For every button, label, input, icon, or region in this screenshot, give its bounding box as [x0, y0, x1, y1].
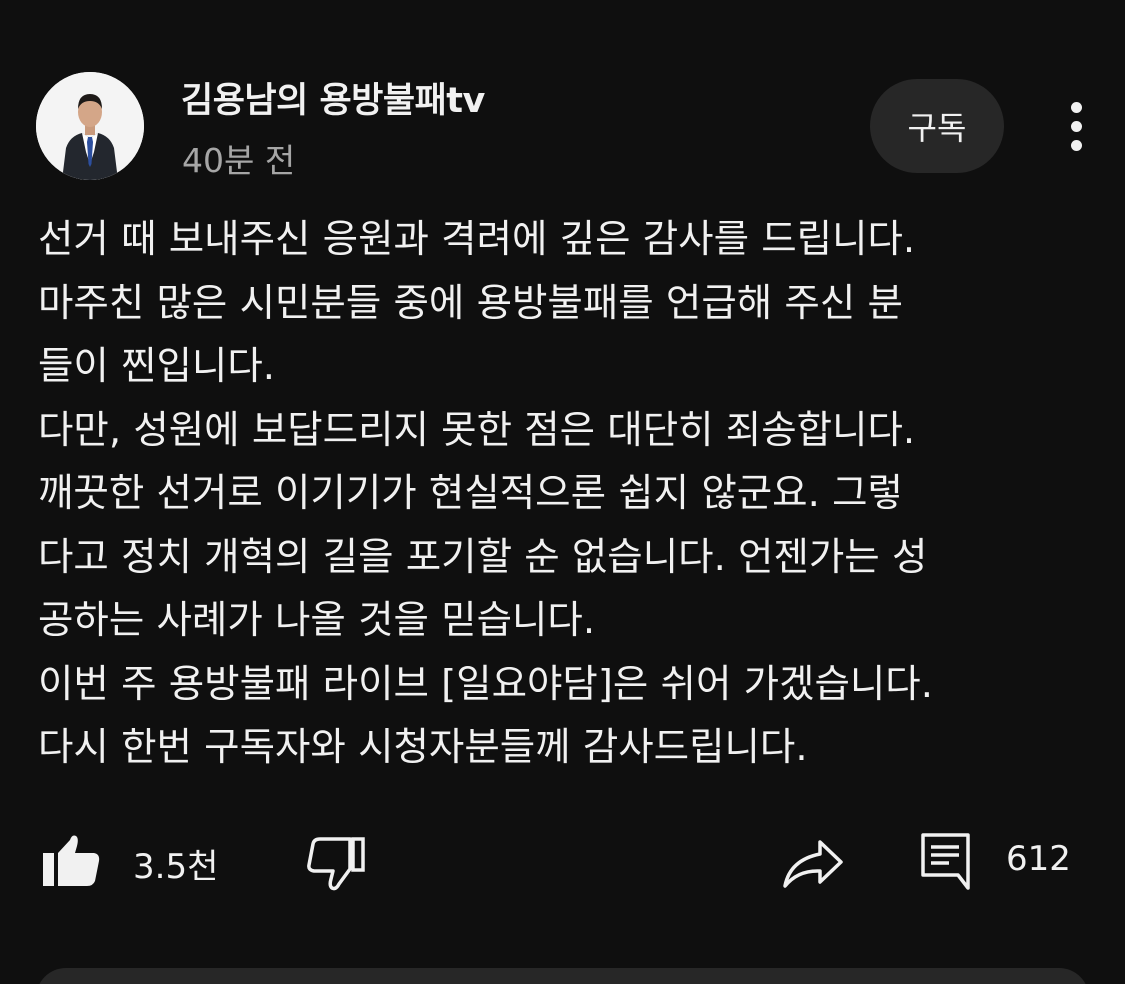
post-line: 이번 주 용방불패 라이브 [일요야담]은 쉬어 가겠습니다. — [38, 661, 933, 707]
post-line: 들이 찐입니다. — [38, 344, 275, 389]
post-header: 김용남의 용방불패tv 40분 전 구독 — [0, 0, 1125, 190]
post-timestamp: 40분 전 — [182, 141, 296, 180]
post-line: 다만, 성원에 보답드리지 못한 점은 대단히 죄송합니다. — [38, 407, 916, 453]
subscribe-label: 구독 — [907, 109, 967, 147]
share-arrow-icon — [783, 840, 843, 888]
next-content-card — [36, 968, 1089, 984]
channel-name[interactable]: 김용남의 용방불패tv — [181, 72, 485, 123]
thumbs-down-icon — [307, 837, 365, 891]
subscribe-button[interactable]: 구독 — [870, 79, 1004, 173]
comment-button[interactable] — [920, 832, 972, 890]
thumbs-up-filled-icon — [43, 835, 100, 886]
share-button[interactable] — [782, 838, 844, 890]
post-text: 선거 때 보내주신 응원과 격려에 깊은 감사를 드립니다. 마주친 많은 시민… — [38, 208, 1098, 780]
like-count: 3.5천 — [133, 847, 219, 887]
post-line: 다시 한번 구독자와 시청자분들께 감사드립니다. — [38, 725, 808, 770]
post-action-bar: 3.5천 612 — [0, 820, 1125, 910]
post-line: 공하는 사례가 나올 것을 믿습니다. — [38, 598, 596, 643]
post-line: 깨끗한 선거로 이기기가 현실적으론 쉽지 않군요. 그렇 — [38, 471, 903, 516]
comment-count: 612 — [1006, 839, 1071, 879]
more-options-button[interactable] — [1058, 100, 1096, 154]
post-line: 선거 때 보내주신 응원과 격려에 깊은 감사를 드립니다. — [38, 217, 916, 262]
like-button[interactable] — [40, 832, 102, 888]
post-line: 다고 정치 개혁의 길을 포기할 순 없습니다. 언젠가는 성 — [38, 534, 928, 580]
channel-avatar-photo — [36, 72, 144, 180]
dislike-button[interactable] — [306, 836, 366, 892]
comment-icon — [921, 833, 970, 890]
post-line: 마주친 많은 시민분들 중에 용방불패를 언급해 주신 분 — [38, 280, 903, 326]
channel-avatar[interactable] — [36, 72, 144, 180]
